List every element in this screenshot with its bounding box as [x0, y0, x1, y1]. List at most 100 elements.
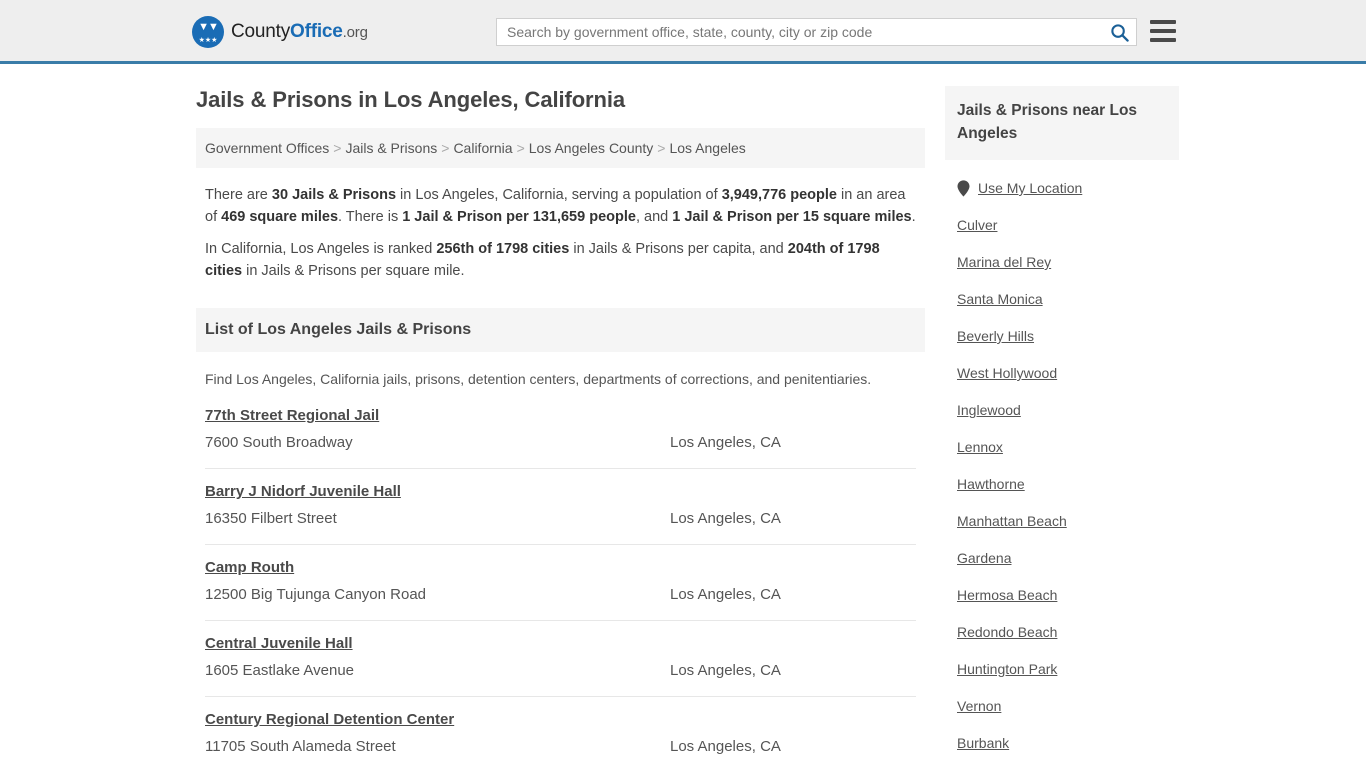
search-icon	[1110, 23, 1129, 42]
sidebar-nearby-link[interactable]: West Hollywood	[957, 364, 1057, 383]
sidebar-nearby-link[interactable]: Culver	[957, 216, 997, 235]
sidebar-nearby-link[interactable]: Lennox	[957, 438, 1003, 457]
listing-row: Century Regional Detention Center 11705 S…	[205, 697, 916, 768]
listing-details: 11705 South Alameda Street Los Angeles, C…	[205, 736, 916, 758]
menu-bar-2	[1150, 29, 1176, 33]
search-input[interactable]	[497, 19, 1102, 45]
listing-name-link[interactable]: Camp Routh	[205, 557, 294, 578]
breadcrumb-separator: >	[441, 140, 450, 156]
page-title: Jails & Prisons in Los Angeles, Californ…	[196, 87, 625, 112]
listing-row: 77th Street Regional Jail 7600 South Broa…	[205, 395, 916, 469]
breadcrumb-item-1[interactable]: Government Offices	[205, 140, 329, 156]
sidebar: Jails & Prisons near Los Angeles Use My …	[945, 64, 1179, 762]
sidebar-item-vernon[interactable]: Vernon	[957, 688, 1167, 725]
breadcrumb-item-2[interactable]: Jails & Prisons	[345, 140, 437, 156]
listing-row: Central Juvenile Hall 1605 Eastlake Avenu…	[205, 621, 916, 697]
page-body: Jails & Prisons in Los Angeles, Californ…	[0, 64, 1366, 768]
intro-1-part-10: 1 Jail & Prison per 15 square miles	[672, 209, 912, 225]
search-bar	[496, 18, 1137, 46]
breadcrumb-item-5[interactable]: Los Angeles	[669, 140, 745, 156]
eagle-seal-icon: ▼▼ ★★★	[192, 16, 224, 48]
sidebar-nearby-link[interactable]: Santa Monica	[957, 290, 1043, 309]
sidebar-item-burbank[interactable]: Burbank	[957, 725, 1167, 762]
listing-details: 16350 Filbert Street Los Angeles, CA	[205, 508, 916, 530]
sidebar-item-redondo-beach[interactable]: Redondo Beach	[957, 614, 1167, 651]
listing-address: 7600 South Broadway	[205, 434, 353, 451]
listing-details: 7600 South Broadway Los Angeles, CA	[205, 432, 916, 454]
sidebar-nearby-link[interactable]: Marina del Rey	[957, 253, 1051, 272]
listing-address: 1605 Eastlake Avenue	[205, 662, 355, 679]
search-button[interactable]	[1102, 19, 1136, 45]
intro-1-part-9: , and	[635, 209, 673, 225]
listing-city-state: Los Angeles, CA	[670, 510, 781, 527]
sidebar-item-lennox[interactable]: Lennox	[957, 429, 1167, 466]
sidebar-nearby-link[interactable]: Manhattan Beach	[957, 512, 1067, 531]
site-header: ▼▼ ★★★ CountyOffice.org	[0, 0, 1366, 64]
sidebar-item-hawthorne[interactable]: Hawthorne	[957, 466, 1167, 503]
sidebar-item-huntington-park[interactable]: Huntington Park	[957, 651, 1167, 688]
listing-details: 12500 Big Tujunga Canyon Road Los Angeles…	[205, 584, 916, 606]
sidebar-nearby-link[interactable]: Burbank	[957, 734, 1009, 753]
sidebar-item-west-hollywood[interactable]: West Hollywood	[957, 355, 1167, 392]
listing-name-link[interactable]: 77th Street Regional Jail	[205, 405, 379, 426]
listing-address: 12500 Big Tujunga Canyon Road	[205, 586, 427, 603]
intro-paragraph-1: There are 30 Jails & Prisons in Los Ange…	[205, 184, 916, 228]
breadcrumb-item-3[interactable]: California	[453, 140, 512, 156]
listing-city-state: Los Angeles, CA	[670, 738, 781, 755]
listing-name-link[interactable]: Barry J Nidorf Juvenile Hall	[205, 481, 401, 502]
menu-bar-1	[1150, 20, 1176, 24]
listing-city-state: Los Angeles, CA	[670, 662, 781, 679]
sidebar-nearby-link[interactable]: Vernon	[957, 697, 1001, 716]
listing-address: 16350 Filbert Street	[205, 510, 337, 527]
sidebar-nearby-link[interactable]: Gardena	[957, 549, 1011, 568]
sidebar-nearby-list: Use My Location Culver Marina del Rey Sant…	[945, 160, 1179, 762]
listing-name-link[interactable]: Central Juvenile Hall	[205, 633, 353, 654]
sidebar-nearby-link[interactable]: Inglewood	[957, 401, 1021, 420]
section-description: Find Los Angeles, California jails, pris…	[205, 371, 872, 387]
listing-name-link[interactable]: Century Regional Detention Center	[205, 709, 454, 730]
intro-1-part-8: 1 Jail & Prison per 131,659 people	[402, 209, 636, 225]
sidebar-nearby-link[interactable]: Hermosa Beach	[957, 586, 1057, 605]
logo-text-org: .org	[342, 24, 368, 41]
hamburger-menu-icon[interactable]	[1150, 20, 1176, 42]
intro-1-part-4: 3,949,776 people	[721, 187, 837, 203]
breadcrumb-separator: >	[657, 140, 666, 156]
intro-2-part-5: in Jails & Prisons per square mile.	[242, 263, 465, 279]
sidebar-nearby-link[interactable]: Hawthorne	[957, 475, 1025, 494]
map-pin-icon	[957, 180, 970, 197]
intro-1-part-1: There are	[205, 187, 272, 203]
listing-details: 1605 Eastlake Avenue Los Angeles, CA	[205, 660, 916, 682]
breadcrumb-item-4[interactable]: Los Angeles County	[529, 140, 654, 156]
sidebar-nearby-link[interactable]: Huntington Park	[957, 660, 1057, 679]
intro-2-part-2: 256th of 1798 cities	[436, 241, 570, 257]
intro-1-part-11: .	[911, 209, 916, 225]
listing-row: Camp Routh 12500 Big Tujunga Canyon Road L…	[205, 545, 916, 621]
sidebar-item-marina-del-rey[interactable]: Marina del Rey	[957, 244, 1167, 281]
use-my-location-link[interactable]: Use My Location	[978, 179, 1082, 198]
breadcrumb-separator: >	[516, 140, 525, 156]
sidebar-nearby-link[interactable]: Beverly Hills	[957, 327, 1034, 346]
sidebar-item-culver[interactable]: Culver	[957, 207, 1167, 244]
listing-city-state: Los Angeles, CA	[670, 434, 781, 451]
site-logo[interactable]: ▼▼ ★★★ CountyOffice.org	[192, 16, 368, 48]
logo-text-office: Office	[290, 21, 343, 42]
sidebar-item-beverly-hills[interactable]: Beverly Hills	[957, 318, 1167, 355]
sidebar-item-inglewood[interactable]: Inglewood	[957, 392, 1167, 429]
site-logo-text: CountyOffice.org	[231, 21, 368, 43]
sidebar-item-gardena[interactable]: Gardena	[957, 540, 1167, 577]
breadcrumb-separator: >	[333, 140, 342, 156]
sidebar-item-use-my-location[interactable]: Use My Location	[957, 170, 1167, 207]
sidebar-item-hermosa-beach[interactable]: Hermosa Beach	[957, 577, 1167, 614]
sidebar-heading: Jails & Prisons near Los Angeles	[945, 86, 1179, 160]
logo-text-county: County	[231, 21, 291, 42]
sidebar-item-santa-monica[interactable]: Santa Monica	[957, 281, 1167, 318]
sidebar-item-manhattan-beach[interactable]: Manhattan Beach	[957, 503, 1167, 540]
intro-1-part-2: 30 Jails & Prisons	[271, 187, 397, 203]
intro-1-part-6: 469 square miles	[221, 209, 339, 225]
intro-2-part-3: in Jails & Prisons per capita, and	[569, 241, 788, 257]
listing-table: 77th Street Regional Jail 7600 South Broa…	[196, 395, 925, 768]
listing-address: 11705 South Alameda Street	[205, 738, 396, 755]
intro-1-part-7: . There is	[338, 209, 403, 225]
breadcrumb: Government Offices > Jails & Prisons > Calif…	[196, 128, 925, 168]
sidebar-nearby-link[interactable]: Redondo Beach	[957, 623, 1057, 642]
